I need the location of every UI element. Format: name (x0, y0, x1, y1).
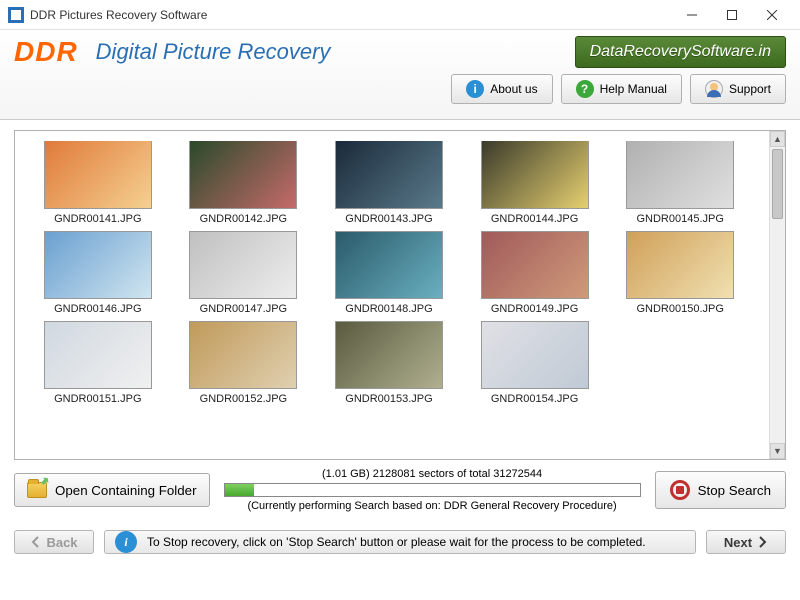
thumbnail-image[interactable] (189, 321, 297, 389)
footer: Back i To Stop recovery, click on 'Stop … (0, 522, 800, 564)
thumbnail-item[interactable]: GNDR00147.JPG (173, 231, 315, 315)
progress-mode-text: (Currently performing Search based on: D… (224, 500, 641, 512)
help-label: Help Manual (600, 82, 667, 96)
thumbnail-image[interactable] (335, 141, 443, 209)
thumbnail-filename: GNDR00148.JPG (318, 303, 460, 315)
thumbnail-image[interactable] (189, 231, 297, 299)
thumbnail-image[interactable] (626, 141, 734, 209)
ddr-logo: DDR (14, 36, 78, 68)
app-icon (8, 7, 24, 23)
thumbnail-item[interactable]: GNDR00144.JPG (464, 141, 606, 225)
help-manual-button[interactable]: ? Help Manual (561, 74, 682, 104)
support-button[interactable]: Support (690, 74, 786, 104)
brand-badge: DataRecoverySoftware.in (575, 36, 786, 68)
info-icon: i (115, 531, 137, 553)
content: GNDR00141.JPG GNDR00142.JPGGNDR00143.JPG G… (0, 120, 800, 522)
thumbnail-filename: GNDR00154.JPG (464, 393, 606, 405)
scroll-up-arrow[interactable]: ▲ (770, 131, 785, 147)
minimize-button[interactable] (672, 0, 712, 30)
scroll-track[interactable] (770, 147, 785, 443)
next-button[interactable]: Next (706, 530, 786, 554)
thumbnail-image[interactable] (44, 321, 152, 389)
thumbnail-filename: GNDR00143.JPG (318, 213, 460, 225)
thumbnail-item[interactable]: GNDR00148.JPG (318, 231, 460, 315)
thumbnail-filename: GNDR00153.JPG (318, 393, 460, 405)
support-icon (705, 80, 723, 98)
folder-icon (27, 482, 47, 498)
app-name: Digital Picture Recovery (96, 39, 575, 65)
header: DDR Digital Picture Recovery DataRecover… (0, 30, 800, 120)
progress-bar (224, 483, 641, 497)
thumbnail-filename: GNDR00146.JPG (27, 303, 169, 315)
thumbnail-image[interactable] (481, 231, 589, 299)
back-button: Back (14, 530, 94, 554)
thumbnail-filename: GNDR00151.JPG (27, 393, 169, 405)
action-row: Open Containing Folder (1.01 GB) 2128081… (14, 468, 786, 512)
thumbnail-item[interactable]: GNDR00143.JPG (318, 141, 460, 225)
thumbnail-filename: GNDR00152.JPG (173, 393, 315, 405)
thumbnail-image[interactable] (335, 231, 443, 299)
thumbnail-image[interactable] (626, 231, 734, 299)
thumbnail-image[interactable] (44, 141, 152, 209)
scroll-thumb[interactable] (772, 149, 783, 219)
thumbnail-image[interactable] (44, 231, 152, 299)
status-text: To Stop recovery, click on 'Stop Search'… (147, 535, 646, 549)
thumbnail-item[interactable]: GNDR00145.JPG (609, 141, 751, 225)
support-label: Support (729, 82, 771, 96)
thumbnail-item[interactable]: GNDR00142.JPG (173, 141, 315, 225)
thumbnail-item[interactable]: GNDR00146.JPG (27, 231, 169, 315)
thumbnail-grid: GNDR00141.JPG GNDR00142.JPGGNDR00143.JPG G… (15, 131, 769, 415)
thumbnails-panel: GNDR00141.JPG GNDR00142.JPGGNDR00143.JPG G… (14, 130, 786, 460)
thumbnail-item[interactable]: GNDR00151.JPG (27, 321, 169, 405)
thumbnail-image[interactable] (335, 321, 443, 389)
maximize-button[interactable] (712, 0, 752, 30)
stop-label: Stop Search (698, 483, 771, 498)
thumbnail-filename: GNDR00147.JPG (173, 303, 315, 315)
stop-search-button[interactable]: Stop Search (655, 471, 786, 509)
thumbnail-filename: GNDR00149.JPG (464, 303, 606, 315)
progress-area: (1.01 GB) 2128081 sectors of total 31272… (224, 468, 641, 512)
next-arrow-icon (756, 536, 768, 548)
thumbnail-item[interactable]: GNDR00154.JPG (464, 321, 606, 405)
next-label: Next (724, 535, 752, 550)
thumbnail-filename: GNDR00144.JPG (464, 213, 606, 225)
back-label: Back (46, 535, 77, 550)
thumbnail-filename: GNDR00145.JPG (609, 213, 751, 225)
progress-sectors-text: (1.01 GB) 2128081 sectors of total 31272… (224, 468, 641, 480)
open-folder-label: Open Containing Folder (55, 483, 197, 498)
thumbnail-image[interactable] (481, 321, 589, 389)
thumbnail-filename: GNDR00142.JPG (173, 213, 315, 225)
thumbnail-image[interactable] (481, 141, 589, 209)
progress-fill (225, 484, 254, 496)
thumbnail-filename: GNDR00141.JPG (27, 213, 169, 225)
window-title: DDR Pictures Recovery Software (30, 8, 672, 22)
info-icon: i (466, 80, 484, 98)
back-arrow-icon (30, 536, 42, 548)
about-label: About us (490, 82, 537, 96)
thumbnail-filename: GNDR00150.JPG (609, 303, 751, 315)
thumbnail-item[interactable]: GNDR00141.JPG (27, 141, 169, 225)
thumbnail-item[interactable]: GNDR00149.JPG (464, 231, 606, 315)
stop-icon (670, 480, 690, 500)
about-us-button[interactable]: i About us (451, 74, 552, 104)
scroll-down-arrow[interactable]: ▼ (770, 443, 785, 459)
help-icon: ? (576, 80, 594, 98)
scrollbar[interactable]: ▲ ▼ (769, 131, 785, 459)
titlebar: DDR Pictures Recovery Software (0, 0, 800, 30)
status-bar: i To Stop recovery, click on 'Stop Searc… (104, 530, 696, 554)
open-containing-folder-button[interactable]: Open Containing Folder (14, 473, 210, 507)
thumbnail-image[interactable] (189, 141, 297, 209)
thumbnail-item[interactable]: GNDR00150.JPG (609, 231, 751, 315)
close-button[interactable] (752, 0, 792, 30)
thumbnail-item[interactable]: GNDR00152.JPG (173, 321, 315, 405)
thumbnail-item[interactable]: GNDR00153.JPG (318, 321, 460, 405)
